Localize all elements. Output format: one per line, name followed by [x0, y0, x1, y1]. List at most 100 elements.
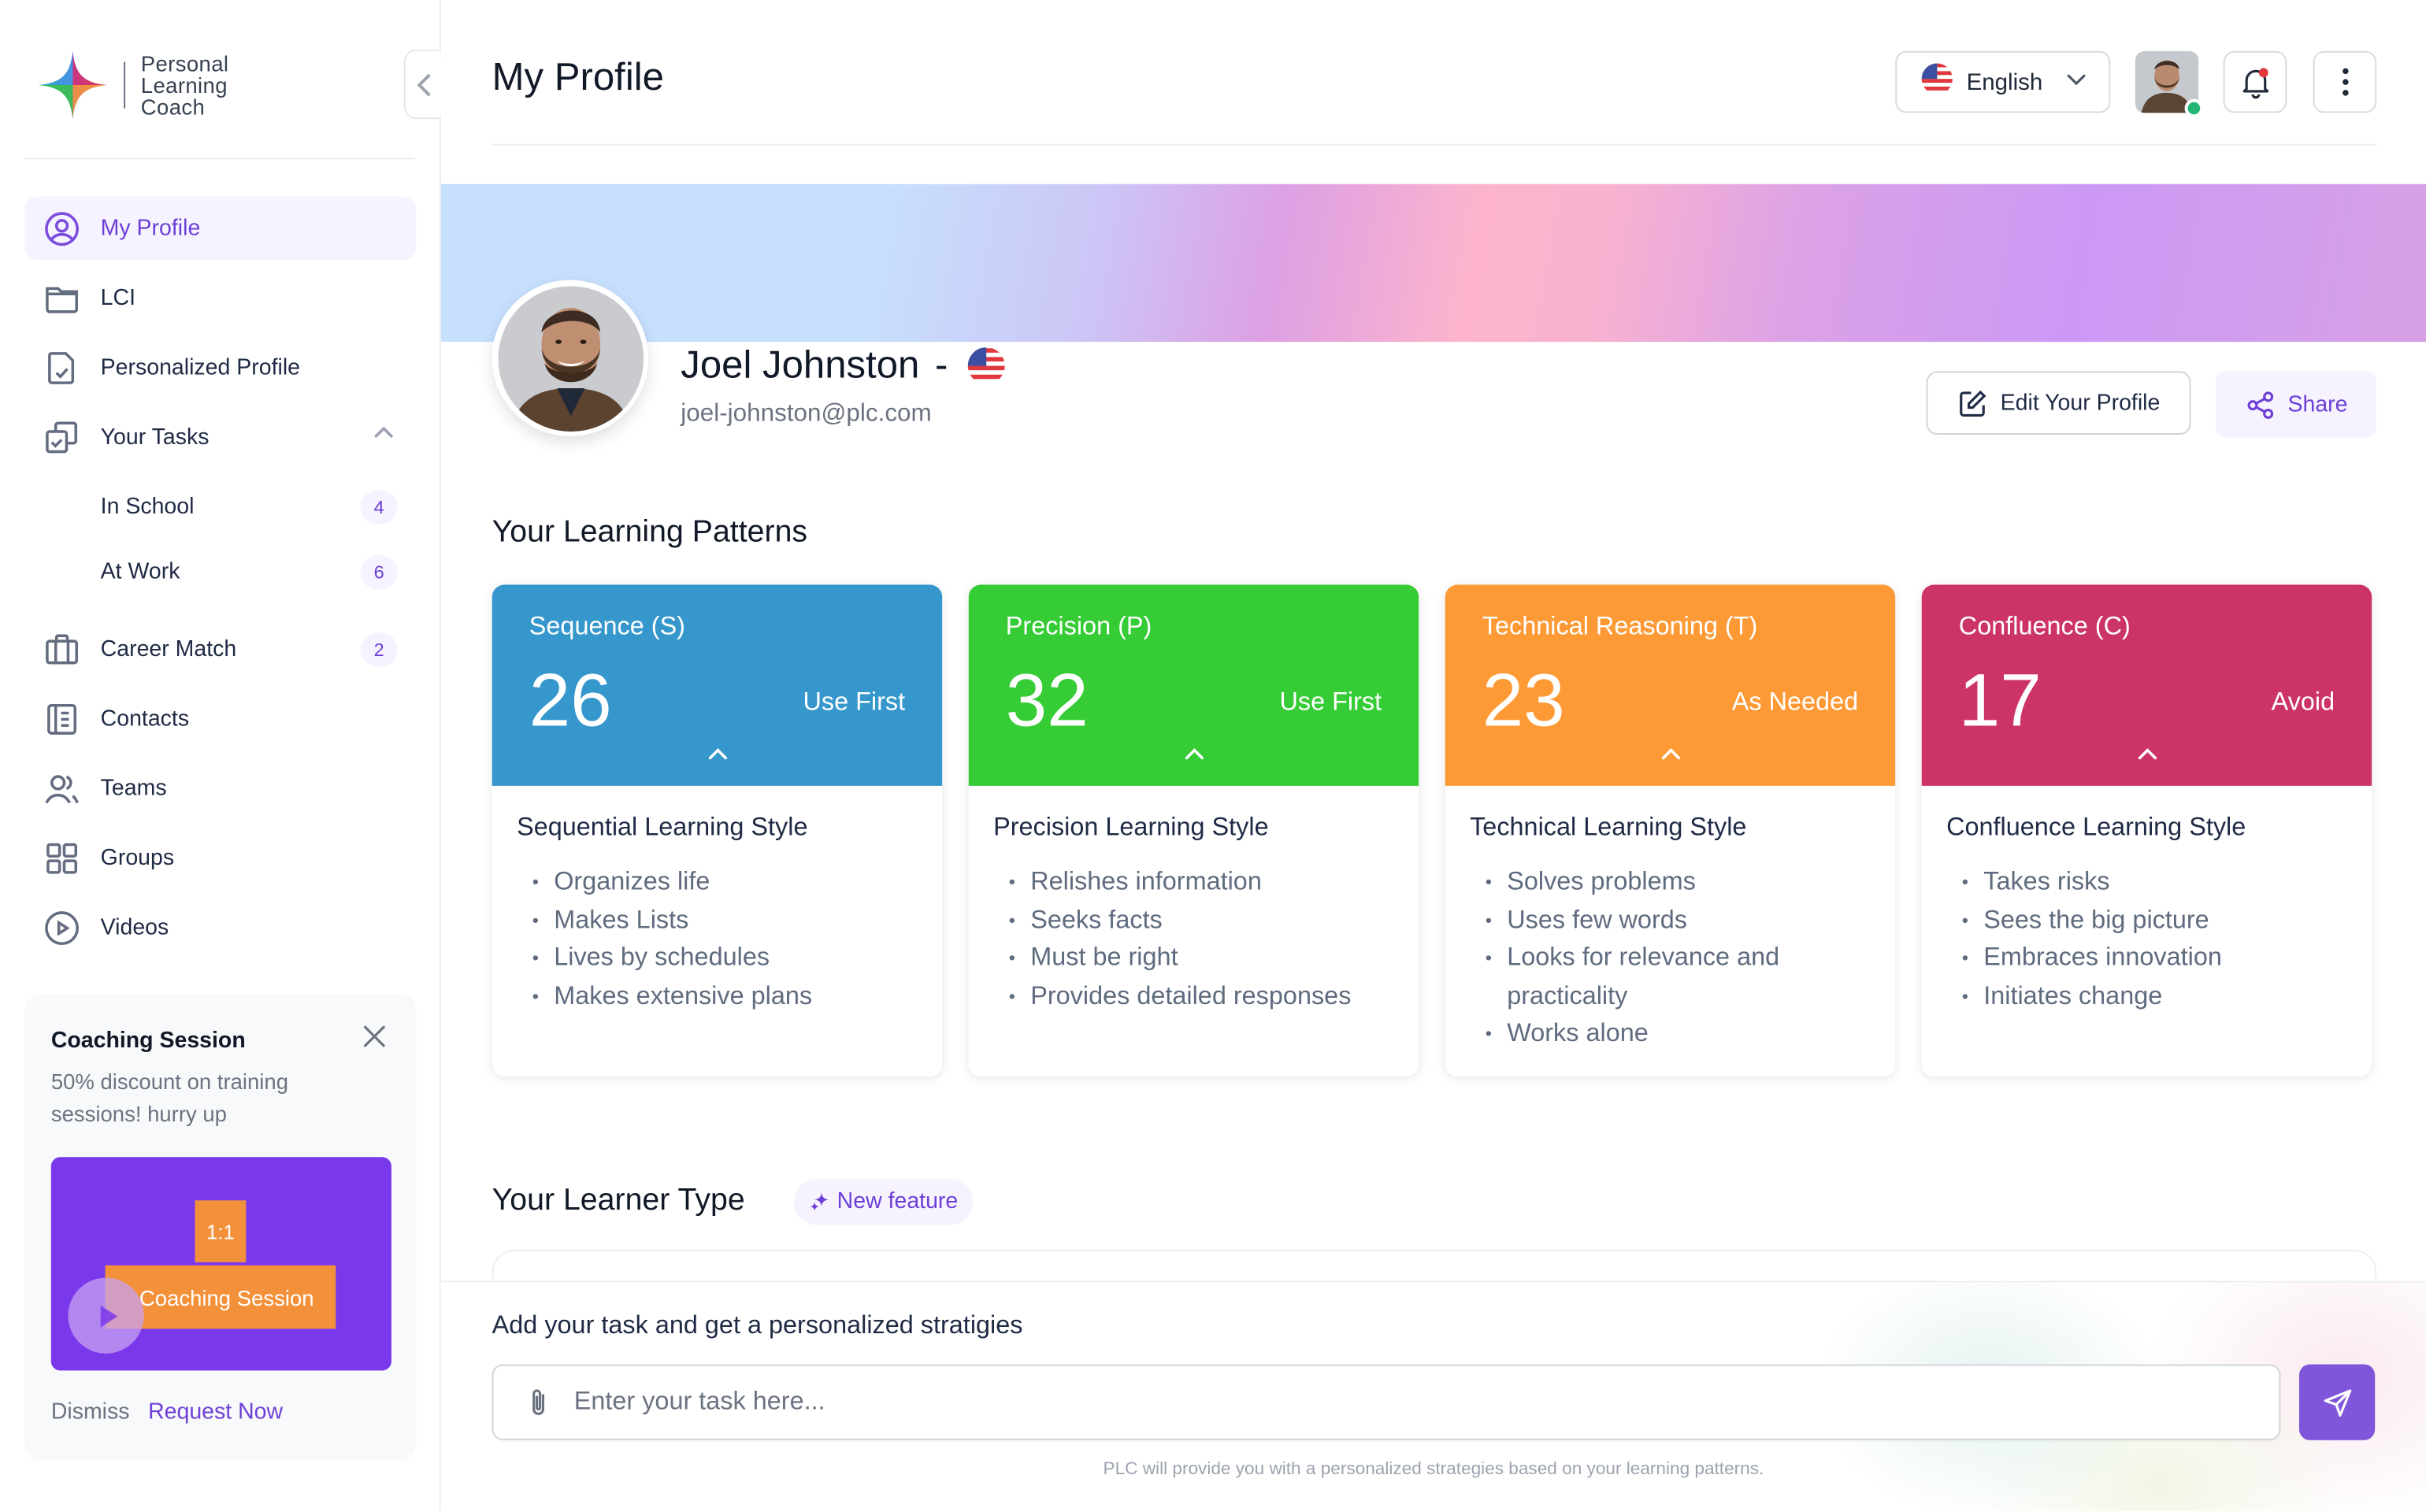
user-circle-icon — [43, 209, 80, 246]
card-score: 17 — [1958, 660, 2042, 743]
sidebar-divider — [24, 158, 415, 160]
user-email: joel-johnston@plc.com — [681, 400, 932, 428]
share-label: Share — [2287, 391, 2348, 417]
pattern-card-technical-reasoning[interactable]: Technical Reasoning (T) 23 As Needed Tec… — [1445, 584, 1896, 1077]
sidebar-item-label: Personalized Profile — [100, 354, 301, 380]
request-now-button[interactable]: Request Now — [148, 1400, 283, 1425]
sidebar-item-teams[interactable]: Teams — [24, 757, 416, 821]
card-score: 23 — [1482, 660, 1565, 743]
edit-profile-button[interactable]: Edit Your Profile — [1926, 371, 2191, 435]
task-input-container — [492, 1364, 2281, 1440]
share-button[interactable]: Share — [2215, 371, 2377, 438]
users-icon — [43, 769, 80, 806]
style-title: Technical Learning Style — [1470, 813, 1747, 842]
card-status: Use First — [803, 688, 906, 717]
more-options-button[interactable] — [2313, 50, 2377, 113]
chevron-up-icon[interactable] — [707, 747, 729, 762]
sidebar-item-my-profile[interactable]: My Profile — [24, 196, 417, 261]
promo-description: 50% discount on training sessions! hurry… — [50, 1069, 289, 1127]
sidebar-item-label: Career Match — [100, 636, 237, 662]
card-body: Sequential Learning Style Organizes life… — [492, 786, 943, 1043]
card-score: 26 — [529, 660, 612, 743]
trait-item: Uses few words — [1486, 901, 1871, 939]
profile-photo — [497, 285, 644, 432]
collapse-sidebar-button[interactable] — [403, 49, 441, 120]
new-feature-badge: New feature — [793, 1178, 974, 1225]
chevron-up-icon[interactable] — [2136, 747, 2158, 762]
sidebar-item-label: LCI — [100, 285, 136, 310]
sidebar-subitem-in-school[interactable]: In School 4 — [24, 475, 416, 540]
profile-avatar[interactable] — [492, 280, 649, 436]
pattern-card-sequence[interactable]: Sequence (S) 26 Use First Sequential Lea… — [492, 584, 943, 1077]
trait-list: Relishes information Seeks facts Must be… — [993, 863, 1394, 1015]
user-avatar[interactable] — [2135, 50, 2204, 118]
learning-pattern-cards: Sequence (S) 26 Use First Sequential Lea… — [492, 584, 2377, 1077]
send-button[interactable] — [2298, 1364, 2376, 1440]
notifications-button[interactable] — [2223, 50, 2287, 113]
online-status-indicator — [2184, 98, 2204, 118]
sidebar-item-lci[interactable]: LCI — [24, 266, 416, 330]
trait-item: Works alone — [1486, 1015, 1871, 1053]
card-body: Confluence Learning Style Takes risks Se… — [1922, 786, 2372, 1043]
pattern-card-precision[interactable]: Precision (P) 32 Use First Precision Lea… — [968, 584, 1419, 1077]
trait-list: Solves problems Uses few words Looks for… — [1470, 863, 1871, 1053]
dismiss-button[interactable]: Dismiss — [51, 1400, 130, 1425]
file-check-icon — [43, 349, 80, 386]
paperclip-icon[interactable] — [525, 1387, 552, 1418]
close-icon[interactable] — [361, 1022, 388, 1050]
trait-list: Organizes life Makes Lists Lives by sche… — [517, 863, 918, 1015]
app-logo[interactable]: Personal Learning Coach — [37, 50, 228, 120]
pattern-card-confluence[interactable]: Confluence (C) 17 Avoid Confluence Learn… — [1921, 584, 2372, 1077]
sidebar-nav: My Profile LCI Personalized Profile Your… — [24, 196, 417, 965]
card-body: Technical Learning Style Solves problems… — [1445, 786, 1896, 1077]
trait-item: Makes Lists — [532, 901, 918, 939]
folder-icon — [43, 280, 80, 317]
user-name: Joel Johnston - — [681, 343, 1005, 388]
sidebar-item-label: At Work — [100, 560, 180, 585]
card-header: Technical Reasoning (T) 23 As Needed — [1445, 584, 1896, 786]
share-icon — [2246, 391, 2273, 418]
sidebar-item-label: My Profile — [100, 216, 201, 241]
sidebar-item-your-tasks[interactable]: Your Tasks — [24, 406, 416, 469]
new-feature-label: New feature — [836, 1189, 959, 1214]
sidebar-item-videos[interactable]: Videos — [24, 895, 416, 959]
trait-item: Must be right — [1009, 939, 1394, 976]
chevron-up-icon[interactable] — [1183, 747, 1205, 762]
play-circle-icon — [43, 909, 80, 946]
trait-item: Makes extensive plans — [532, 976, 918, 1014]
sidebar-item-groups[interactable]: Groups — [24, 826, 416, 890]
trait-item: Looks for relevance and practicality — [1486, 939, 1871, 1014]
count-badge: 6 — [360, 555, 398, 590]
trait-item: Embraces innovation — [1962, 939, 2347, 976]
style-title: Confluence Learning Style — [1946, 813, 2246, 842]
sidebar-item-contacts[interactable]: Contacts — [24, 687, 416, 750]
edit-icon — [1959, 389, 1986, 417]
sidebar-item-career-match[interactable]: Career Match 2 — [24, 617, 416, 681]
logo-divider — [124, 61, 126, 109]
card-status: As Needed — [1731, 688, 1859, 717]
trait-item: Seeks facts — [1009, 901, 1394, 939]
sidebar-subitem-at-work[interactable]: At Work 6 — [24, 540, 416, 606]
card-label: Confluence (C) — [1958, 612, 2131, 641]
sidebar-item-label: In School — [100, 495, 195, 521]
count-badge: 2 — [360, 632, 398, 666]
language-label: English — [1966, 69, 2043, 95]
more-vertical-icon — [2342, 68, 2348, 96]
language-selector[interactable]: English — [1895, 50, 2111, 113]
card-label: Technical Reasoning (T) — [1482, 612, 1758, 641]
chevron-up-icon[interactable] — [373, 425, 395, 439]
send-icon — [2323, 1388, 2351, 1416]
task-input[interactable] — [573, 1387, 2246, 1418]
sidebar-item-label: Teams — [100, 776, 167, 801]
grid-icon — [43, 839, 80, 876]
chevron-up-icon[interactable] — [1660, 747, 1682, 762]
sparkle-icon — [810, 1191, 829, 1211]
us-flag-icon — [1920, 62, 1954, 102]
promo-video-thumbnail[interactable]: 1:1 Coaching Session — [50, 1157, 391, 1371]
app-window: Personal Learning Coach My Profile LCI P… — [0, 0, 2426, 1512]
play-button[interactable] — [68, 1277, 144, 1354]
sidebar-item-label: Your Tasks — [100, 424, 210, 450]
sidebar-item-label: Contacts — [100, 706, 190, 732]
profile-cover-banner — [440, 183, 2426, 343]
sidebar-item-personalized-profile[interactable]: Personalized Profile — [24, 335, 416, 399]
